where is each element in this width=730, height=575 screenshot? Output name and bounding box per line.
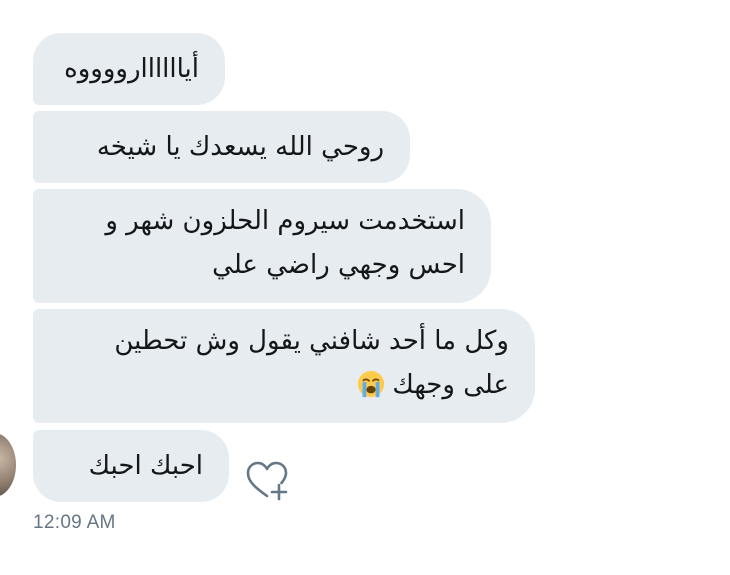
message-text: على وجهك — [392, 370, 509, 400]
message-text: استخدمت سيروم الحلزون شهر و — [105, 206, 465, 236]
message-text: وكل ما أحد شافني يقول وش تحطين — [114, 326, 509, 356]
message-bubble[interactable]: أياااااارووووه — [33, 33, 225, 105]
message-text: أياااااارووووه — [64, 54, 199, 84]
add-reaction-heart-icon[interactable] — [244, 458, 290, 502]
message-text: احس وجهي راضي علي — [212, 250, 465, 280]
avatar[interactable] — [0, 433, 16, 497]
message-text: احبك احبك — [88, 451, 203, 481]
message-bubble[interactable]: احبك احبك — [33, 430, 229, 502]
message-bubble[interactable]: استخدمت سيروم الحلزون شهر و احس وجهي راض… — [33, 189, 491, 303]
message-text: روحي الله يسعدك يا شيخه — [96, 132, 384, 162]
message-text-line: على وجهك — [59, 363, 509, 407]
message-timestamp: 12:09 AM — [33, 512, 116, 533]
message-bubble[interactable]: روحي الله يسعدك يا شيخه — [33, 111, 410, 183]
message-bubble[interactable]: وكل ما أحد شافني يقول وش تحطين على وجهك — [33, 309, 535, 423]
crying-face-emoji-icon — [358, 370, 385, 398]
